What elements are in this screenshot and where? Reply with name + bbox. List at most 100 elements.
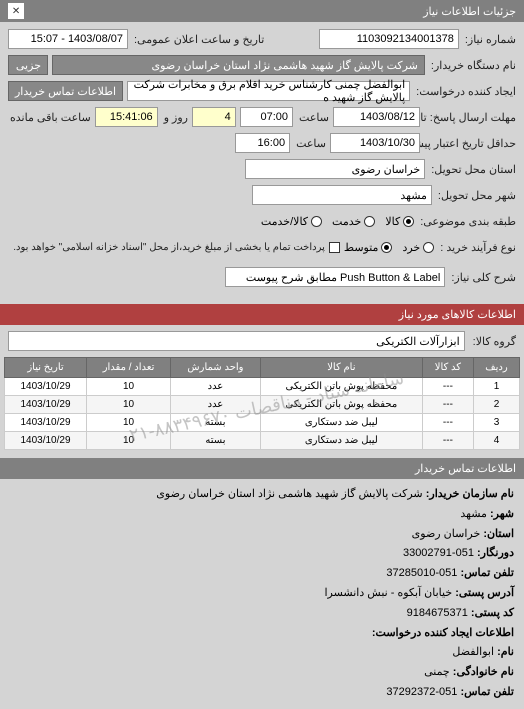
c-org-label: نام سازمان خریدار: [426,488,514,500]
buy-method-radio-group: خرد متوسط [344,241,434,254]
table-row[interactable]: 2---محفظه پوش باتن الکتریکیعدد101403/10/… [5,396,520,414]
c-fax-label: دورنگار: [477,547,514,559]
group-label: گروه کالا: [473,335,516,348]
c-phone-label: تلفن تماس: [460,567,514,579]
validity-date-field: 1403/10/30 [330,133,420,153]
table-cell: 10 [87,378,171,396]
table-cell: عدد [171,378,261,396]
desc-field: Push Button & Label مطابق شرح پیوست [225,267,445,287]
table-cell: --- [422,378,473,396]
close-icon[interactable]: ✕ [8,3,24,19]
c-fax: 051-33002791 [403,547,474,559]
buy-method-radio-small[interactable]: خرد [402,241,434,254]
table-cell: --- [422,432,473,450]
th-name: نام کالا [260,358,422,378]
req-no-field: 1103092134001378 [319,29,459,49]
buy-method-radio-medium[interactable]: متوسط [344,241,393,254]
table-cell: عدد [171,396,261,414]
validity-time-field: 16:00 [235,133,290,153]
items-table-wrap: ردیف کد کالا نام کالا واحد شمارش تعداد /… [0,357,524,458]
deadline-time-field: 07:00 [240,107,293,127]
c-addr-label: آدرس پستی: [455,587,514,599]
c-lname-label: نام خانوادگی: [453,666,514,678]
table-cell: لیبل ضد دستکاری [260,414,422,432]
priority-radio-service[interactable]: خدمت [332,215,375,228]
c-postal: 9184675371 [407,607,468,619]
days-field: 4 [192,107,236,127]
c-org: شرکت پالایش گاز شهید هاشمی نژاد استان خر… [156,488,422,500]
c-name: ابوالفضل [452,646,494,658]
priority-radio-goods[interactable]: کالا [385,215,414,228]
table-cell: 10 [87,432,171,450]
deadline-label: مهلت ارسال پاسخ: تا تاریخ: [426,111,516,124]
window-title: جزئیات اطلاعات نیاز [423,5,516,18]
city-label: شهر محل تحویل: [438,189,516,202]
table-cell: 1403/10/29 [5,414,87,432]
th-row: ردیف [473,358,519,378]
th-code: کد کالا [422,358,473,378]
c-city: مشهد [460,508,487,520]
table-cell: --- [422,396,473,414]
table-cell: 1403/10/29 [5,378,87,396]
city-field: مشهد [252,185,432,205]
announce-field: 1403/08/07 - 15:07 [8,29,128,49]
table-cell: --- [422,414,473,432]
contact-section-title: اطلاعات تماس خریدار [0,458,524,479]
contact-block: نام سازمان خریدار: شرکت پالایش گاز شهید … [0,479,524,709]
table-cell: 1403/10/29 [5,396,87,414]
days-label: روز و [164,111,188,124]
validity-label: حداقل تاریخ اعتبار پیشنهاد: تا تاریخ: [426,137,516,150]
c-postal-label: کد پستی: [471,607,514,619]
c-name-label: نام: [497,646,514,658]
priority-label: طبقه بندی موضوعی: [420,215,516,228]
requester-field: ابوالفضل چمنی کارشناس خرید اقلام برق و م… [127,81,410,101]
group-field: ابزارآلات الکتریکی [8,331,465,351]
buyer-org-field: شرکت پالایش گاز شهید هاشمی نژاد استان خر… [52,55,425,75]
window-header: جزئیات اطلاعات نیاز ✕ [0,0,524,22]
c-phone: 051-37285010 [386,567,457,579]
c-lname: چمنی [424,666,450,678]
table-row[interactable]: 4---لیبل ضد دستکاریبسته101403/10/29 [5,432,520,450]
table-cell: 1403/10/29 [5,432,87,450]
remain-label: ساعت باقی مانده [10,111,91,124]
buyer-org-label: نام دستگاه خریدار: [431,59,516,72]
items-table: ردیف کد کالا نام کالا واحد شمارش تعداد /… [4,357,520,450]
form-panel: شماره نیاز: 1103092134001378 تاریخ و ساع… [0,22,524,298]
table-cell: بسته [171,414,261,432]
buy-method-note: پرداخت تمام یا بخشی از مبلغ خرید،از محل … [13,242,325,253]
c-addr: خیابان آبکوه - نبش دانشسرا [324,587,452,599]
c-rphone: 051-37292372 [386,686,457,698]
c-prov: خراسان رضوی [412,528,481,540]
deadline-time-label: ساعت [299,111,329,124]
remain-field: 15:41:06 [95,107,158,127]
requester-label: ایجاد کننده درخواست: [416,85,516,98]
table-row[interactable]: 3---لیبل ضد دستکاریبسته101403/10/29 [5,414,520,432]
th-unit: واحد شمارش [171,358,261,378]
th-qty: تعداد / مقدار [87,358,171,378]
table-cell: 1 [473,378,519,396]
priority-radio-both[interactable]: کالا/خدمت [261,215,322,228]
buyer-contact-button[interactable]: اطلاعات تماس خریدار [8,81,123,101]
province-label: استان محل تحویل: [431,163,516,176]
items-section-title: اطلاعات کالاهای مورد نیاز [0,304,524,325]
treasury-checkbox[interactable] [329,242,340,253]
validity-time-label: ساعت [296,137,326,150]
table-cell: 10 [87,396,171,414]
c-prov-label: استان: [483,528,514,540]
partial-field: جزیی [8,55,48,75]
buy-method-label: نوع فرآیند خرید : [440,241,516,254]
table-row[interactable]: 1---محفظه پوش باتن الکتریکیعدد101403/10/… [5,378,520,396]
th-date: تاریخ نیاز [5,358,87,378]
announce-label: تاریخ و ساعت اعلان عمومی: [134,33,264,46]
table-cell: 3 [473,414,519,432]
desc-label: شرح کلی نیاز: [451,271,516,284]
priority-radio-group: کالا خدمت کالا/خدمت [261,215,414,228]
table-cell: محفظه پوش باتن الکتریکی [260,396,422,414]
c-rphone-label: تلفن تماس: [460,686,514,698]
deadline-date-field: 1403/08/12 [333,107,420,127]
table-cell: 10 [87,414,171,432]
table-cell: 4 [473,432,519,450]
province-field: خراسان رضوی [245,159,425,179]
req-no-label: شماره نیاز: [465,33,516,46]
table-cell: لیبل ضد دستکاری [260,432,422,450]
